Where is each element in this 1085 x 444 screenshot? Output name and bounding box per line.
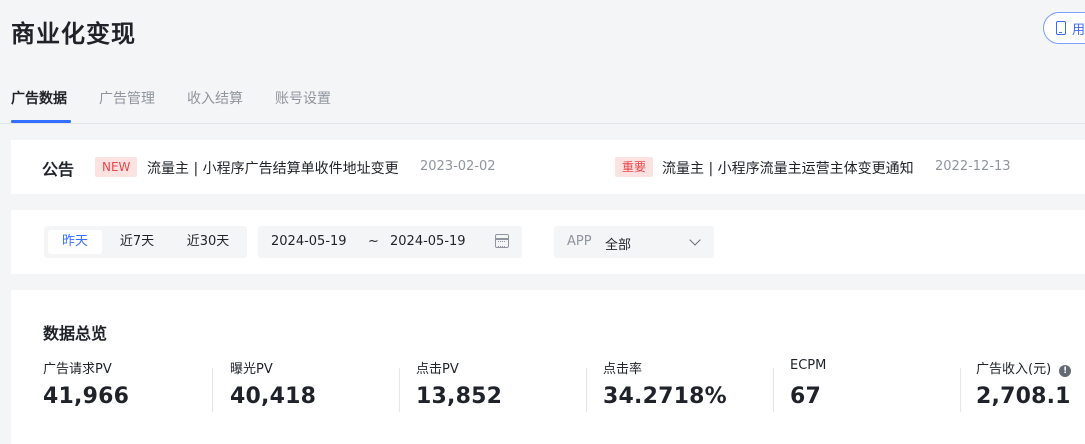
metric-value: 2,708.1 <box>976 384 1071 409</box>
metric-divider <box>399 368 400 412</box>
mobile-preview-button[interactable]: 用 <box>1043 12 1085 44</box>
metric-value: 13,852 <box>416 384 503 409</box>
metric-label: 曝光PV <box>230 362 273 377</box>
metric-value: 40,418 <box>230 384 317 409</box>
notice-link-1[interactable]: 流量主 | 小程序广告结算单收件地址变更 <box>147 158 399 178</box>
metric-divider <box>212 368 213 412</box>
notice-label: 公告 <box>42 160 75 179</box>
date-range-selector: 昨天 近7天 近30天 <box>44 226 247 258</box>
tab-ad-data[interactable]: 广告数据 <box>11 88 67 108</box>
range-yesterday[interactable]: 昨天 <box>48 230 102 254</box>
metric-divider <box>586 368 587 412</box>
date-start: 2024-05-19 <box>271 234 347 249</box>
metric-value: 67 <box>790 384 822 409</box>
notice-date-2: 2022-12-13 <box>935 159 1011 174</box>
metric-divider <box>773 368 774 412</box>
notice-bar: 公告 NEW 流量主 | 小程序广告结算单收件地址变更 2023-02-02 重… <box>11 140 1085 194</box>
metric-ecpm: ECPM 67 <box>790 356 977 416</box>
app-select-label: APP <box>567 234 592 249</box>
metric-value: 41,966 <box>43 384 130 409</box>
metric-label: 点击PV <box>416 362 459 377</box>
data-overview-panel: 数据总览 广告请求PV 41,966 曝光PV 40,418 点击PV 13,8… <box>11 290 1085 444</box>
metric-click-rate: 点击率 34.2718% <box>603 356 790 416</box>
new-badge: NEW <box>95 157 138 177</box>
calendar-icon[interactable] <box>495 234 509 248</box>
tab-account-settings[interactable]: 账号设置 <box>275 88 331 108</box>
date-range-picker[interactable]: 2024-05-19 ~ 2024-05-19 <box>258 226 522 258</box>
range-30-days[interactable]: 近30天 <box>178 230 238 254</box>
phone-icon <box>1056 21 1066 35</box>
metric-label: 点击率 <box>603 362 643 377</box>
metric-value: 34.2718% <box>603 384 727 409</box>
date-separator: ~ <box>368 234 379 249</box>
tab-income-settlement[interactable]: 收入结算 <box>187 88 243 108</box>
tab-bar: 广告数据 广告管理 收入结算 账号设置 <box>0 84 1085 124</box>
chevron-down-icon <box>689 234 701 246</box>
page-title: 商业化变现 <box>11 20 136 48</box>
metric-label: 广告收入(元)! <box>976 358 1072 377</box>
overview-title: 数据总览 <box>43 324 108 343</box>
page-header: 商业化变现 用 广告数据 广告管理 收入结算 账号设置 <box>0 0 1085 124</box>
metric-click-pv: 点击PV 13,852 <box>416 356 603 416</box>
notice-link-2[interactable]: 流量主 | 小程序流量主运营主体变更通知 <box>662 158 914 178</box>
metric-ad-revenue: 广告收入(元)! 2,708.1 <box>976 356 1085 416</box>
filter-bar: 昨天 近7天 近30天 2024-05-19 ~ 2024-05-19 APP … <box>11 210 1085 274</box>
important-badge: 重要 <box>615 157 654 177</box>
app-select-value: 全部 <box>605 238 632 253</box>
metric-label-text: 广告收入(元) <box>976 362 1052 377</box>
notice-date-1: 2023-02-02 <box>420 159 496 174</box>
metric-impression-pv: 曝光PV 40,418 <box>230 356 417 416</box>
metric-label: 广告请求PV <box>43 362 112 377</box>
date-end: 2024-05-19 <box>390 234 466 249</box>
tab-ad-management[interactable]: 广告管理 <box>99 88 155 108</box>
mobile-preview-label: 用 <box>1072 22 1085 38</box>
metric-divider <box>960 368 961 412</box>
app-select[interactable]: APP 全部 <box>554 226 714 258</box>
info-icon[interactable]: ! <box>1059 365 1072 377</box>
active-tab-indicator <box>11 120 71 123</box>
range-7-days[interactable]: 近7天 <box>110 230 164 254</box>
metric-ad-request-pv: 广告请求PV 41,966 <box>43 356 230 416</box>
metric-label: ECPM <box>790 358 827 373</box>
